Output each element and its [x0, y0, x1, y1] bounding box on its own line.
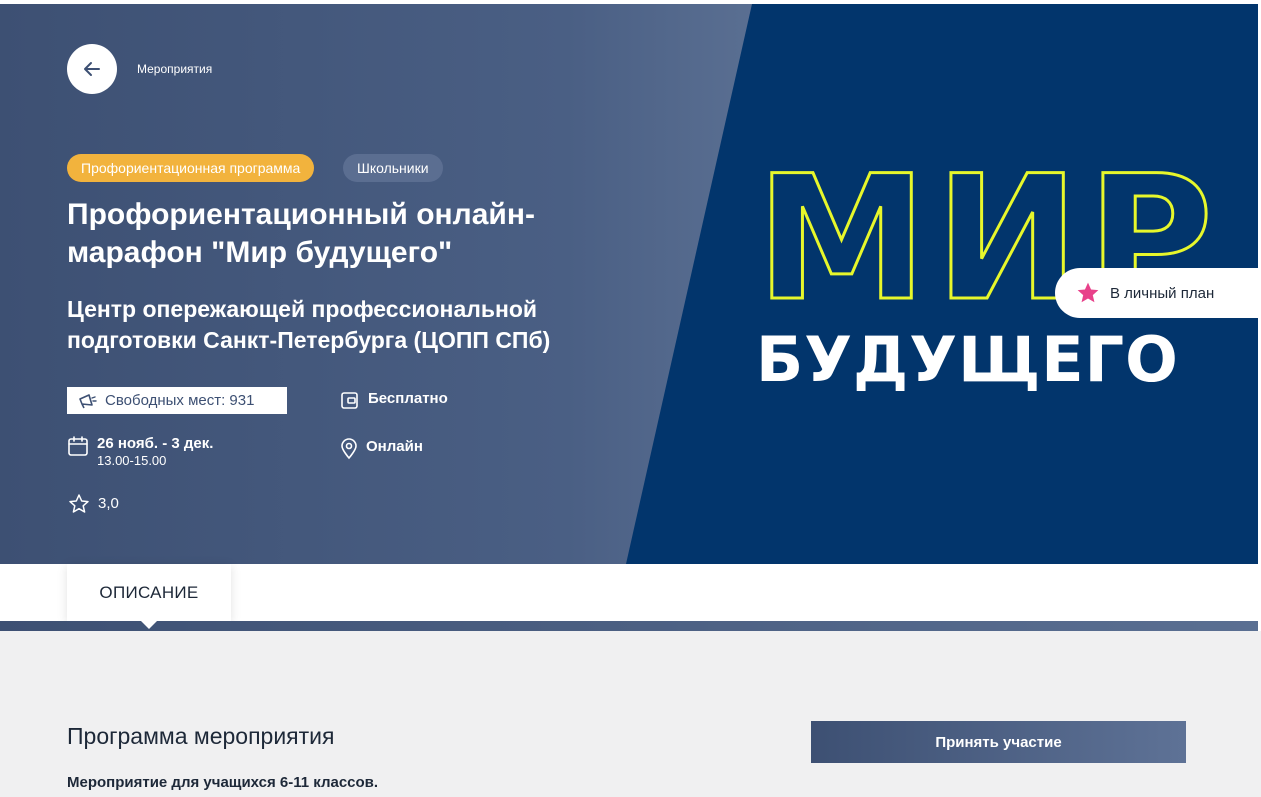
time-text: 13.00-15.00: [97, 453, 167, 468]
free-seats-badge: Свободных мест: 931: [67, 387, 287, 414]
tab-description[interactable]: ОПИСАНИЕ: [67, 564, 231, 621]
price-info: Бесплатно: [340, 390, 448, 410]
format-info: Онлайн: [340, 438, 423, 460]
tabs-divider: [0, 621, 1258, 631]
rating-info: 3,0: [68, 493, 119, 515]
back-button[interactable]: [67, 44, 117, 94]
star-filled-icon: [1077, 282, 1099, 303]
rating-value: 3,0: [98, 495, 119, 512]
location-pin-icon: [341, 438, 357, 460]
tag-audience[interactable]: Школьники: [343, 154, 443, 182]
breadcrumb-events-link[interactable]: Мероприятия: [137, 62, 212, 76]
add-to-plan-label: В личный план: [1110, 284, 1215, 302]
price-text: Бесплатно: [368, 390, 448, 407]
tab-active-pointer: [141, 621, 157, 629]
format-text: Онлайн: [366, 438, 423, 455]
free-seats-text: Свободных мест: 931: [105, 392, 255, 409]
calendar-icon: [68, 436, 88, 456]
date-info: 26 нояб. - 3 дек. 13.00-15.00: [67, 435, 213, 468]
date-text: 26 нояб. - 3 дек.: [97, 435, 214, 452]
arrow-left-icon: [84, 62, 100, 76]
program-title: Программа мероприятия: [67, 723, 335, 749]
program-audience-text: Мероприятие для учащихся 6-11 классов.: [67, 774, 379, 791]
event-hero: МИР БУДУЩЕГО Мероприятия Профориентацион…: [0, 4, 1258, 564]
join-event-button[interactable]: Принять участие: [811, 721, 1186, 763]
banner-title-budushchego: БУДУЩЕГО: [756, 323, 1179, 396]
megaphone-icon: [79, 393, 97, 408]
wallet-icon: [341, 392, 358, 409]
add-to-plan-button[interactable]: В личный план: [1055, 268, 1258, 318]
event-title: Профориентационный онлайн-марафон "Мир б…: [67, 198, 535, 269]
star-outline-icon: [69, 494, 89, 513]
tag-category[interactable]: Профориентационная программа: [67, 154, 315, 182]
event-organizer: Центр опережающей профессиональной подго…: [67, 296, 551, 353]
event-content: [0, 631, 1261, 797]
page: МИР БУДУЩЕГО Мероприятия Профориентацион…: [0, 0, 1261, 797]
